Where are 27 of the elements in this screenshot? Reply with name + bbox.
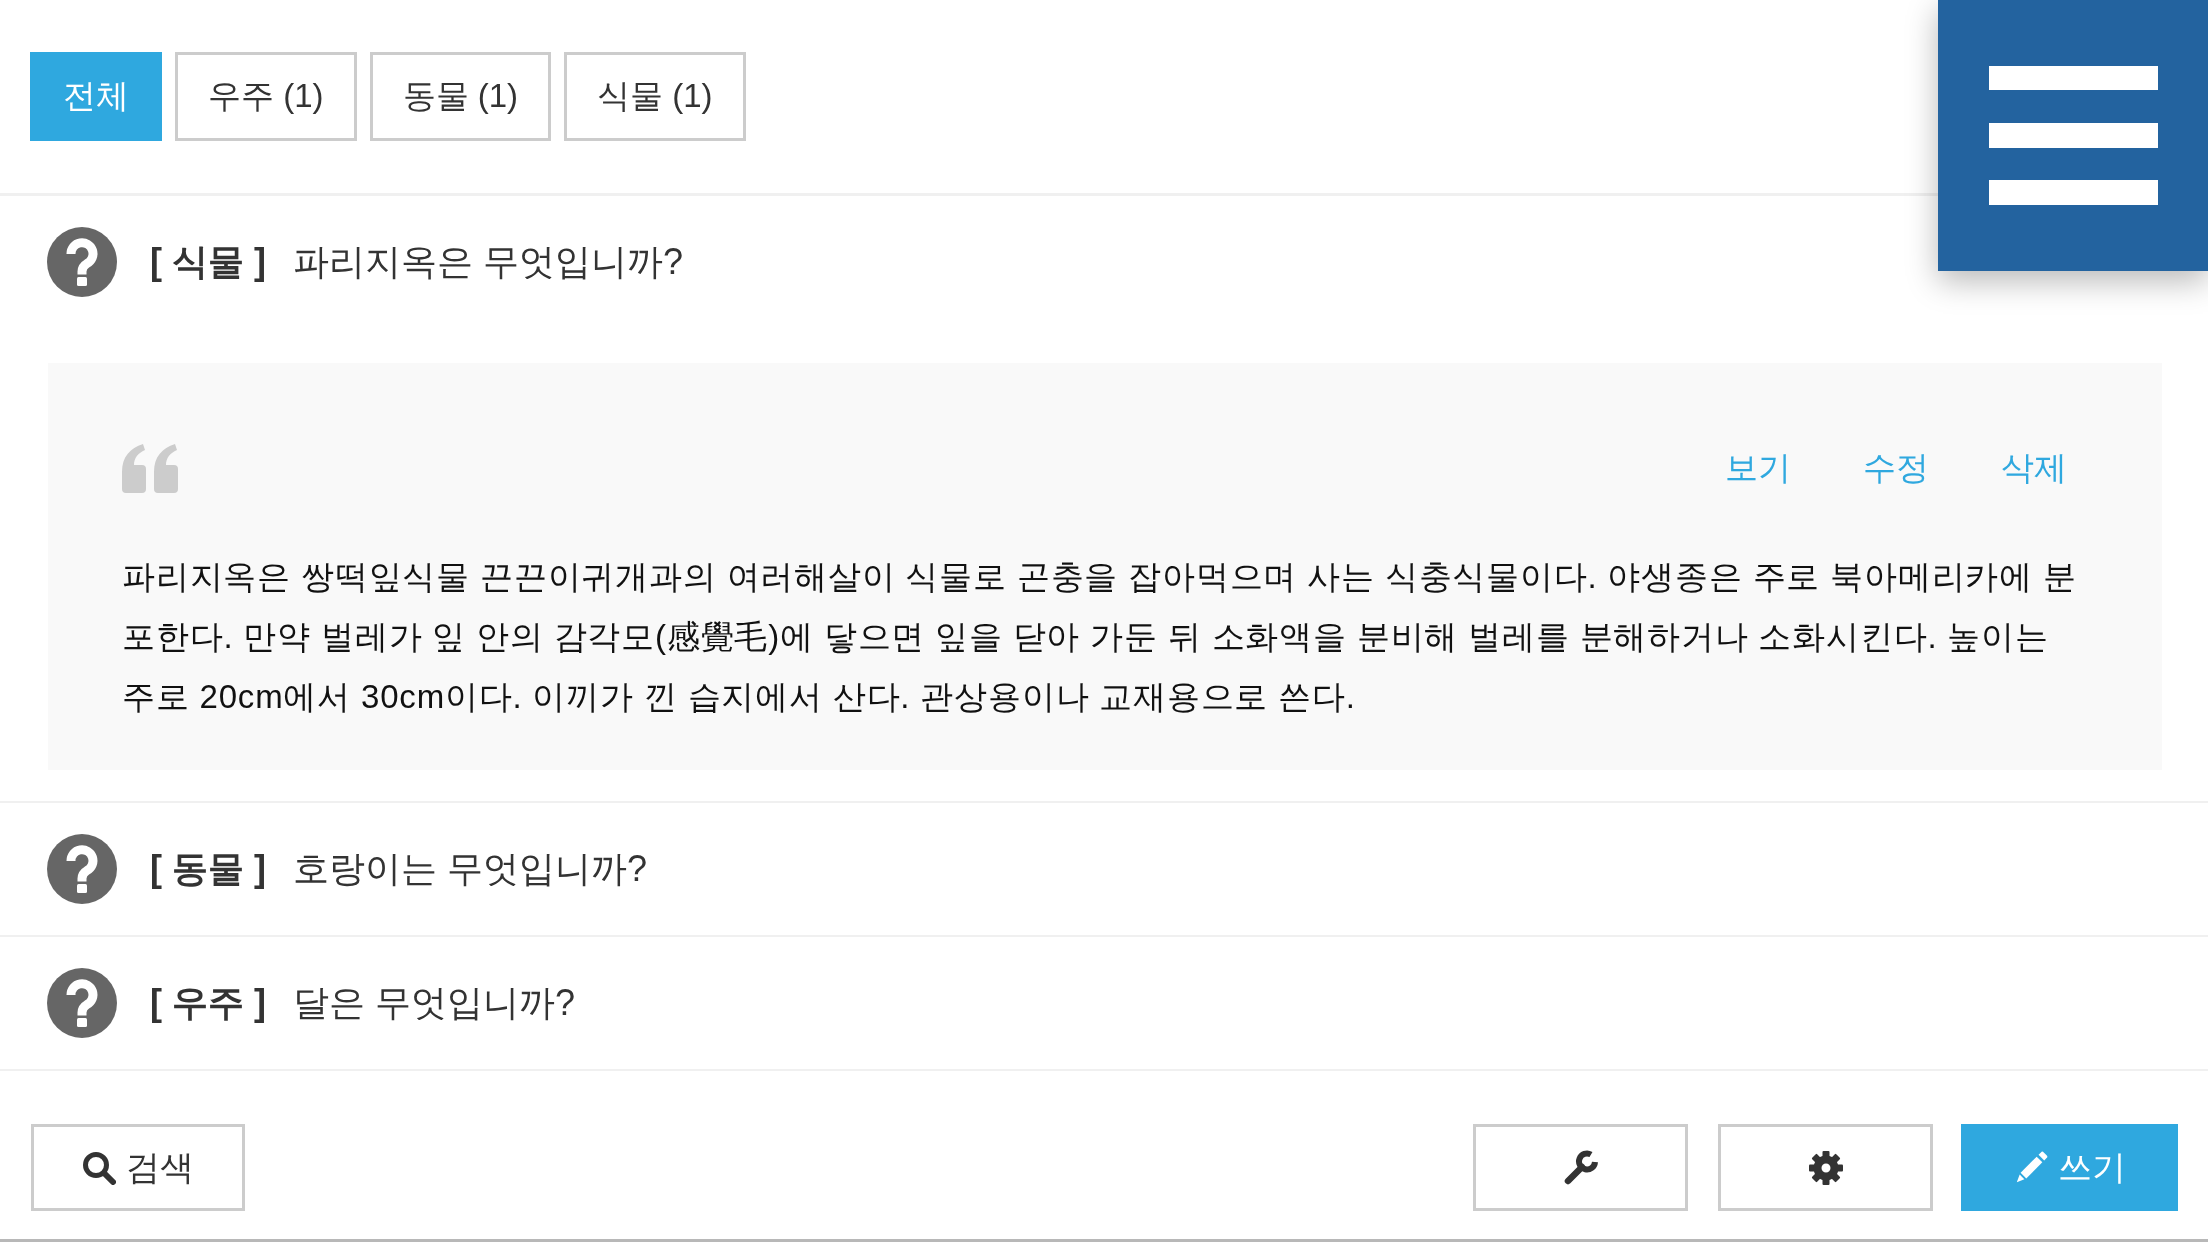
category-label: [ 식물 ] bbox=[150, 239, 266, 284]
action-link[interactable]: 보기 bbox=[1725, 446, 1791, 491]
wrench-icon bbox=[1562, 1149, 1599, 1186]
quote-icon bbox=[122, 444, 178, 493]
filter-tab[interactable]: 전체 bbox=[30, 52, 162, 141]
menu-button[interactable] bbox=[1938, 0, 2208, 271]
question-text: 파리지옥은 무엇입니까? bbox=[293, 239, 683, 284]
action-link[interactable]: 삭제 bbox=[2001, 446, 2067, 491]
settings-icon bbox=[1807, 1149, 1844, 1186]
filter-tab[interactable]: 우주 (1) bbox=[175, 52, 357, 141]
question-circle-icon bbox=[47, 227, 117, 297]
answer-text: 파리지옥은 쌍떡잎식물 끈끈이귀개과의 여러해살이 식물로 곤충을 잡아먹으며 사는 식충식물이다. 야생종은 주로 북아메리카에 분포한다. 만약 벌레가 잎 안의 감각모(感覺毛)에 닿으면 잎을 닫아 가둔 뒤 소화액을 분비해 벌레를 분해하거나 소화시킨다. 높이는 주로 20cm에서 30cm이다. 이끼가 낀 습지에서 산다. 관상용이나 교재용으로 쓴다. bbox=[122, 557, 2078, 717]
settings-button[interactable] bbox=[1718, 1124, 1933, 1211]
menu-icon bbox=[1988, 66, 2158, 205]
action-link[interactable]: 수정 bbox=[1863, 446, 1929, 491]
question-text: 호랑이는 무엇입니까? bbox=[293, 846, 647, 891]
search-button[interactable]: 검색 bbox=[31, 1124, 245, 1211]
tools-button[interactable] bbox=[1473, 1124, 1688, 1211]
search-icon bbox=[82, 1150, 116, 1185]
question-circle-icon bbox=[47, 834, 117, 904]
write-button[interactable]: 쓰기 bbox=[1961, 1124, 2178, 1211]
category-label: [ 동물 ] bbox=[150, 846, 266, 891]
question-text: 달은 무엇입니까? bbox=[293, 980, 575, 1025]
question-circle-icon bbox=[47, 968, 117, 1038]
filter-tab[interactable]: 식물 (1) bbox=[564, 52, 746, 141]
category-label: [ 우주 ] bbox=[150, 980, 266, 1025]
filter-tab[interactable]: 동물 (1) bbox=[369, 52, 551, 141]
